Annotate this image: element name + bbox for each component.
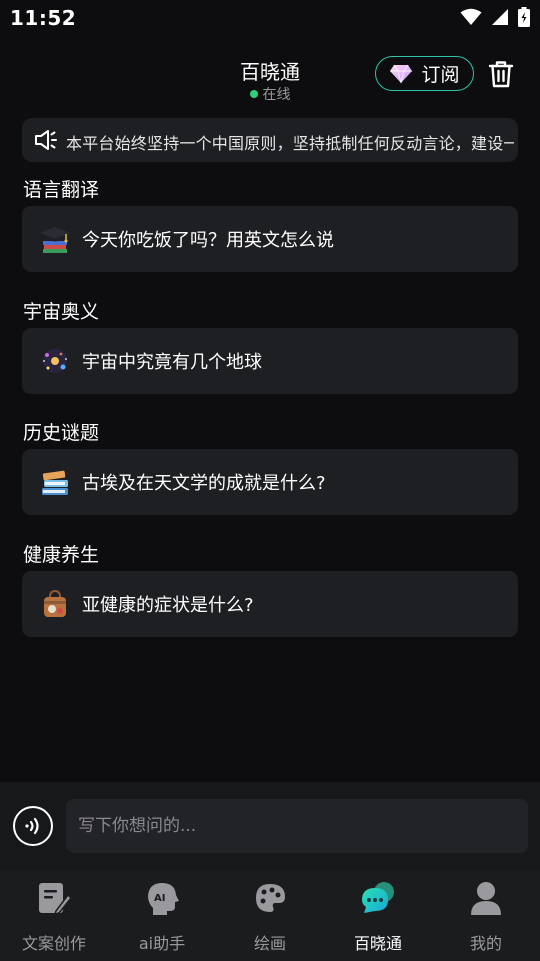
suggestion-card-history[interactable]: 古埃及在天文学的成就是什么? (22, 449, 518, 515)
voice-wave-icon (25, 817, 39, 835)
medicine-bag-icon (38, 587, 72, 621)
chat-header: 百晓通 在线 订阅 (0, 36, 540, 114)
online-dot-icon (249, 90, 258, 98)
notice-text: 本平台始终坚持一个中国原则，坚持抵制任何反动言论，建设一 (66, 134, 514, 153)
suggestion-question: 宇宙中究竟有几个地球 (82, 352, 262, 373)
nav-label: 百晓通 (353, 934, 402, 953)
section-title-history: 历史谜题 (23, 422, 100, 444)
subscribe-label: 订阅 (421, 64, 460, 86)
trash-icon (488, 61, 514, 88)
status-time: 11:52 (10, 6, 77, 30)
section-title-health: 健康养生 (23, 544, 100, 566)
nav-label: 文案创作 (21, 934, 86, 953)
diamond-icon (390, 64, 413, 83)
user-icon (468, 880, 504, 916)
nav-item-ai-assistant[interactable]: AI ai助手 (108, 870, 216, 961)
suggestion-question: 亚健康的症状是什么? (82, 595, 254, 616)
bottom-nav: 文案创作 AI ai助手 绘画 百晓通 我的 (0, 870, 540, 961)
nav-label: 绘画 (253, 934, 286, 953)
section-title-universe: 宇宙奥义 (23, 301, 100, 323)
document-edit-icon (36, 880, 72, 916)
battery-icon (518, 7, 530, 27)
chat-input-area (0, 782, 540, 870)
voice-input-button[interactable] (13, 806, 53, 846)
nav-item-baixiaotong[interactable]: 百晓通 (324, 870, 432, 961)
nav-label: 我的 (469, 934, 502, 953)
notice-bar: 本平台始终坚持一个中国原则，坚持抵制任何反动言论，建设一 (22, 118, 518, 162)
online-status-label: 在线 (262, 87, 291, 103)
section-title-translation: 语言翻译 (23, 179, 100, 201)
nav-item-painting[interactable]: 绘画 (216, 870, 324, 961)
books-icon (38, 465, 72, 499)
svg-text:AI: AI (154, 893, 165, 904)
speaker-icon (35, 130, 57, 150)
nav-label: ai助手 (138, 934, 186, 953)
signal-icon (492, 9, 508, 25)
status-bar: 11:52 (0, 0, 540, 36)
suggestion-card-translation[interactable]: 今天你吃饭了吗？用英文怎么说 (22, 206, 518, 272)
subscribe-button[interactable]: 订阅 (375, 56, 474, 91)
suggestion-card-universe[interactable]: 宇宙中究竟有几个地球 (22, 328, 518, 394)
suggestion-card-health[interactable]: 亚健康的症状是什么? (22, 571, 518, 637)
graduation-cap-icon (38, 222, 72, 256)
nav-item-mine[interactable]: 我的 (432, 870, 540, 961)
galaxy-icon (38, 344, 72, 378)
suggestion-question: 今天你吃饭了吗？用英文怎么说 (82, 230, 334, 251)
nav-item-copywriting[interactable]: 文案创作 (0, 870, 108, 961)
status-icons (460, 7, 530, 27)
wifi-icon (460, 8, 482, 25)
app-screen: 11:52 百晓通 在线 订阅 本平台始终坚持一个中国原则，坚持抵制任何反动言论… (0, 0, 540, 961)
chat-bubble-icon (360, 880, 396, 916)
delete-button[interactable] (486, 58, 516, 90)
palette-icon (252, 880, 288, 916)
ai-head-icon: AI (144, 880, 180, 916)
question-input[interactable] (66, 799, 528, 853)
suggestion-question: 古埃及在天文学的成就是什么? (82, 473, 326, 494)
